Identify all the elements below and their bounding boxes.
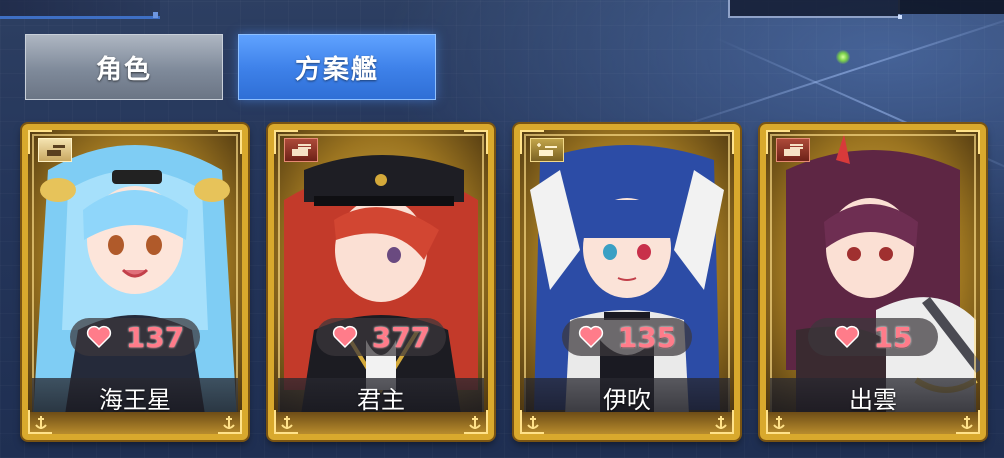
cruiser-gun-icon xyxy=(537,143,557,156)
card-bottom-strip xyxy=(274,412,488,434)
box-corner-dot xyxy=(898,15,902,19)
ship-name-label: 海王星 xyxy=(32,378,238,416)
ship-card-izumo[interactable]: 15 出雲 xyxy=(760,124,986,440)
top-progress-bar xyxy=(0,0,160,19)
affinity-value: 135 xyxy=(617,320,677,354)
heart-icon xyxy=(578,325,603,349)
battleship-turret-icon xyxy=(784,144,803,156)
heart-icon xyxy=(834,325,859,349)
heart-icon xyxy=(332,325,357,349)
anchor-icon xyxy=(223,416,235,429)
affinity-display: 15 xyxy=(808,318,938,356)
affinity-display: 137 xyxy=(70,318,200,356)
affinity-display: 377 xyxy=(316,318,446,356)
destroyer-gun-icon xyxy=(47,145,65,156)
anchor-icon xyxy=(35,416,47,429)
ship-name-label: 出雲 xyxy=(770,378,976,416)
hull-type-badge xyxy=(530,138,564,162)
affinity-display: 135 xyxy=(562,318,692,356)
sparkle-effect xyxy=(836,50,850,64)
ship-card-ibuki[interactable]: 135 伊吹 xyxy=(514,124,740,440)
tab-characters[interactable]: 角色 xyxy=(25,34,223,100)
anchor-icon xyxy=(469,416,481,429)
heart-icon xyxy=(86,325,111,349)
ship-card-monarch[interactable]: 377 君主 xyxy=(268,124,494,440)
progress-bar-nub xyxy=(153,12,158,18)
affinity-value: 377 xyxy=(371,320,431,354)
affinity-value: 15 xyxy=(873,320,913,354)
anchor-icon xyxy=(961,416,973,429)
card-bottom-strip xyxy=(520,412,734,434)
anchor-icon xyxy=(773,416,785,429)
background-flare xyxy=(649,5,1004,137)
ship-card-neptune[interactable]: 137 海王星 xyxy=(22,124,248,440)
ship-name-label: 君主 xyxy=(278,378,484,416)
hull-type-badge xyxy=(38,138,72,162)
hull-type-badge xyxy=(776,138,810,162)
top-sort-button[interactable] xyxy=(728,0,902,19)
tab-research-ships[interactable]: 方案艦 xyxy=(238,34,436,100)
top-counter-panel xyxy=(898,0,1004,14)
card-bottom-strip xyxy=(766,412,980,434)
hull-type-badge xyxy=(284,138,318,162)
card-bottom-strip xyxy=(28,412,242,434)
ship-name-label: 伊吹 xyxy=(524,378,730,416)
anchor-icon xyxy=(715,416,727,429)
affinity-value: 137 xyxy=(125,320,185,354)
anchor-icon xyxy=(281,416,293,429)
battleship-turret-icon xyxy=(292,144,311,156)
anchor-icon xyxy=(527,416,539,429)
